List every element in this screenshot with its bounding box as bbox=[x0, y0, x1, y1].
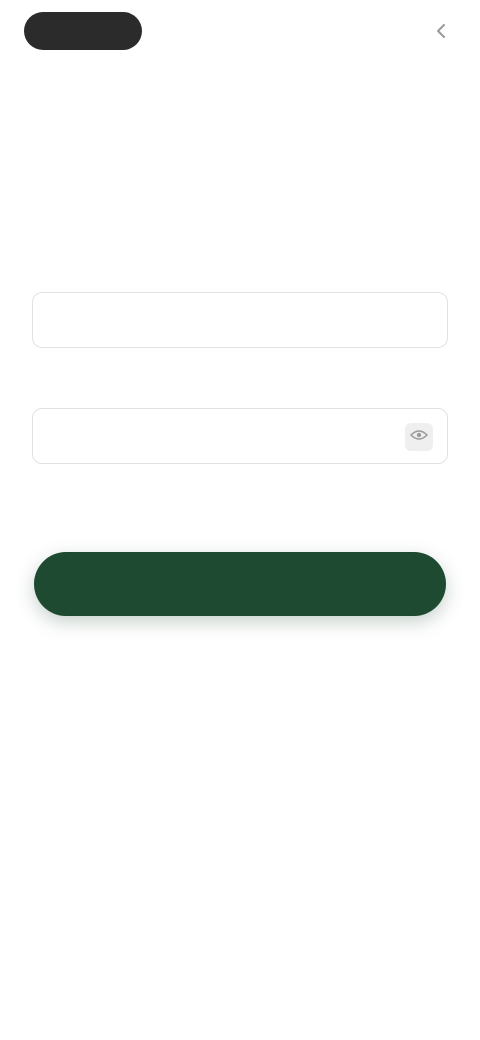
submit-button[interactable] bbox=[34, 552, 446, 616]
top-bar bbox=[0, 0, 480, 64]
password-field-container bbox=[32, 408, 448, 465]
email-field-container bbox=[32, 292, 448, 349]
chevron-left-icon bbox=[436, 24, 446, 38]
sign-in-page bbox=[0, 0, 480, 1040]
eye-icon bbox=[409, 428, 429, 446]
top-nav-link[interactable] bbox=[436, 20, 452, 42]
email-field[interactable] bbox=[51, 293, 395, 349]
password-visibility-toggle[interactable] bbox=[405, 423, 433, 451]
brand-logo[interactable] bbox=[24, 12, 142, 50]
password-field[interactable] bbox=[51, 409, 395, 465]
